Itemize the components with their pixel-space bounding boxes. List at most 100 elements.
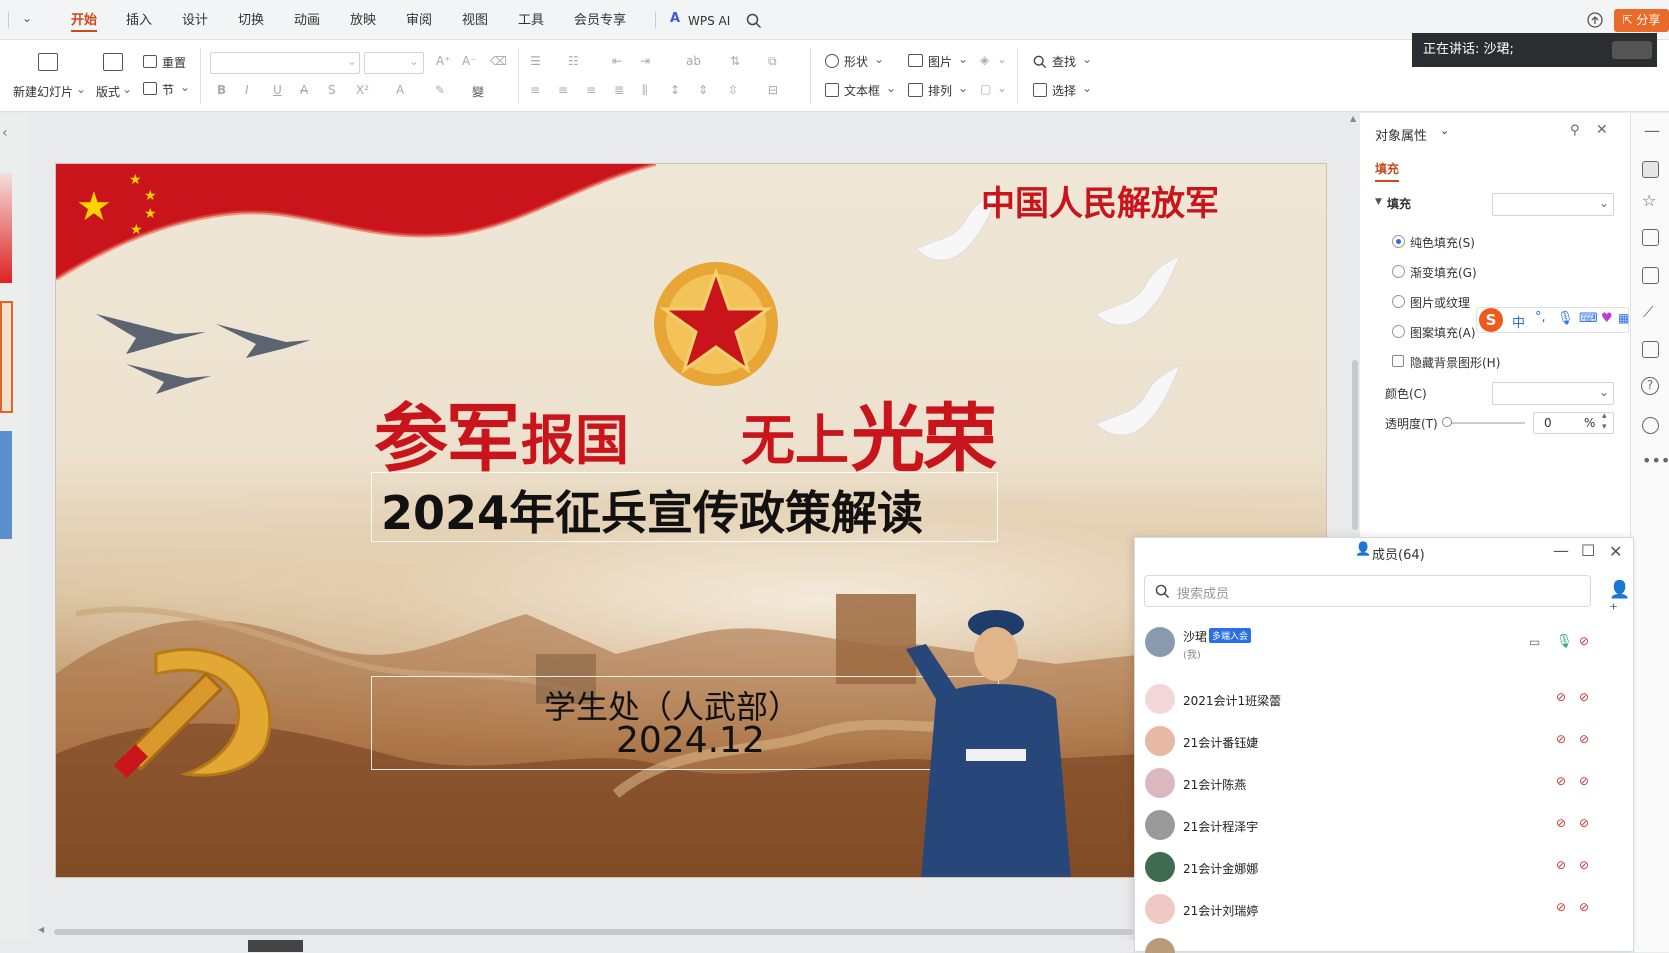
horizontal-scrollbar[interactable]: ◀ — [34, 925, 1134, 938]
slide-thumbnail[interactable] — [0, 173, 12, 283]
reset-button[interactable]: 重置 — [162, 54, 186, 71]
textbox-button[interactable]: 文本框 — [844, 82, 880, 99]
layers-icon[interactable] — [1642, 341, 1659, 358]
font-color-icon[interactable]: A — [396, 83, 404, 97]
ime-mic-icon[interactable]: 🎙 — [1557, 311, 1574, 326]
picture-icon[interactable] — [908, 54, 923, 67]
tab-membership[interactable]: 会员专享 — [574, 10, 626, 32]
ime-punct-icon[interactable]: °, — [1535, 310, 1546, 325]
member-row[interactable]: 21会计番钰婕 ⊘ ⊘ — [1135, 720, 1635, 764]
search-icon[interactable] — [746, 13, 762, 29]
layout-icon[interactable] — [103, 53, 123, 71]
tab-home[interactable]: 开始 — [71, 10, 98, 32]
bullets-icon[interactable]: ☰ — [530, 54, 541, 68]
underline-icon[interactable]: U — [273, 83, 282, 97]
sort-icon[interactable]: ⇅ — [730, 54, 740, 68]
section-icon[interactable] — [143, 82, 157, 95]
gradient-fill-label[interactable]: 渐变填充(G) — [1410, 264, 1477, 281]
bold-icon[interactable]: B — [217, 83, 226, 97]
solid-fill-radio[interactable] — [1392, 235, 1405, 248]
scroll-thumb[interactable] — [54, 929, 1134, 935]
camera-off-icon[interactable]: ⊘ — [1579, 816, 1589, 830]
collapse-left-icon[interactable]: ‹ — [2, 125, 8, 141]
solid-fill-label[interactable]: 纯色填充(S) — [1410, 234, 1475, 251]
tab-transition[interactable]: 切换 — [238, 10, 264, 32]
fill-type-select[interactable]: ⌄ — [1492, 193, 1614, 216]
slide-thumbnail[interactable] — [0, 431, 12, 539]
align-center-icon[interactable]: ≡ — [558, 83, 568, 97]
hide-bg-label[interactable]: 隐藏背景图形(H) — [1410, 354, 1500, 371]
tab-design[interactable]: 设计 — [182, 10, 208, 32]
help-icon[interactable]: ? — [1641, 377, 1659, 395]
shadow-icon[interactable]: S — [328, 83, 336, 97]
maximize-icon[interactable]: ☐ — [1581, 541, 1595, 560]
superscript-icon[interactable]: X² — [356, 83, 369, 97]
spinner-icon[interactable]: ▴ ▾ — [1602, 411, 1607, 433]
screen-share-icon[interactable]: ▭ — [1529, 635, 1540, 649]
fill-icon[interactable]: ◈ — [980, 53, 989, 67]
pin-icon[interactable]: ⚲ — [1570, 123, 1580, 138]
mic-off-icon[interactable]: ⊘ — [1556, 816, 1566, 830]
reset-icon[interactable] — [143, 55, 157, 68]
add-member-icon[interactable]: 👤⁺ — [1609, 580, 1633, 620]
camera-off-icon[interactable]: ⊘ — [1579, 690, 1589, 704]
clear-format-icon[interactable]: ⌫ — [490, 54, 507, 68]
ime-keyboard-icon[interactable]: ⌨ — [1579, 311, 1598, 326]
minimize-panel-icon[interactable]: — — [1644, 121, 1660, 140]
columns-icon[interactable]: ⇳ — [728, 83, 738, 97]
mic-off-icon[interactable]: ⊘ — [1556, 900, 1566, 914]
pattern-fill-radio[interactable] — [1392, 325, 1405, 338]
textbox-icon[interactable] — [825, 83, 839, 97]
transparency-slider[interactable] — [1445, 422, 1525, 424]
picture-fill-radio[interactable] — [1392, 295, 1405, 308]
find-icon[interactable] — [1033, 55, 1047, 69]
tab-fill[interactable]: 填充 — [1375, 160, 1400, 182]
magic-wand-icon[interactable]: ⟋ — [1643, 303, 1654, 321]
increase-font-icon[interactable]: A⁺ — [436, 54, 451, 68]
star-icon[interactable]: ☆ — [1642, 191, 1656, 210]
transparency-slider-handle[interactable] — [1442, 417, 1452, 427]
text-direction-icon[interactable]: ab — [686, 54, 701, 68]
scroll-up-icon[interactable]: ▲ — [1350, 114, 1356, 123]
camera-off-icon[interactable]: ⊘ — [1579, 774, 1589, 788]
camera-off-icon[interactable]: ⊘ — [1579, 634, 1589, 648]
decrease-font-icon[interactable]: A⁻ — [462, 54, 477, 68]
shape-icon[interactable] — [825, 54, 839, 68]
chevron-down-icon[interactable]: ⌄ — [1440, 124, 1449, 137]
member-search-input[interactable]: 搜索成员 — [1177, 583, 1229, 602]
member-search-box[interactable]: 搜索成员 — [1144, 575, 1591, 607]
section-toggle-icon[interactable]: ▼ — [1375, 197, 1382, 207]
new-slide-icon[interactable] — [38, 53, 58, 71]
member-row[interactable]: 21会计程泽宇 ⊘ ⊘ — [1135, 804, 1635, 848]
tab-slideshow[interactable]: 放映 — [350, 10, 376, 32]
convert-icon[interactable]: ⧉ — [768, 54, 777, 69]
camera-off-icon[interactable]: ⊘ — [1579, 732, 1589, 746]
distribute-icon[interactable]: ⫼ — [642, 83, 648, 98]
more-icon[interactable]: ••• — [1642, 451, 1669, 470]
line-spacing-icon[interactable]: ↕ — [670, 83, 680, 97]
color-select[interactable]: ⌄ — [1492, 382, 1614, 405]
mic-off-icon[interactable]: ⊘ — [1556, 774, 1566, 788]
close-icon[interactable]: ✕ — [1596, 122, 1608, 138]
shape-button[interactable]: 形状 — [844, 53, 868, 70]
select-icon[interactable] — [1033, 83, 1047, 97]
arrange-icon[interactable] — [908, 83, 923, 97]
member-row[interactable]: 沙珺 多端入会 (我) ▭ 🎙 ⊘ — [1135, 621, 1635, 671]
justify-icon[interactable]: ≣ — [614, 83, 624, 97]
decrease-indent-icon[interactable]: ⇤ — [612, 54, 622, 68]
scroll-left-icon[interactable]: ◀ — [38, 925, 44, 934]
font-size-select[interactable]: ⌄ — [364, 52, 424, 74]
layout-button[interactable]: 版式 — [96, 83, 120, 100]
section-button[interactable]: 节 — [162, 81, 174, 98]
settings-icon[interactable] — [1642, 417, 1659, 434]
increase-indent-icon[interactable]: ⇥ — [640, 54, 650, 68]
font-family-select[interactable]: ⌄ — [210, 52, 360, 74]
phonetic-icon[interactable]: 變 — [472, 83, 484, 100]
tab-review[interactable]: 审阅 — [406, 10, 432, 32]
paragraph-spacing-icon[interactable]: ⇕ — [698, 83, 708, 97]
align-right-icon[interactable]: ≡ — [586, 83, 596, 97]
properties-icon[interactable] — [1642, 161, 1659, 178]
pattern-fill-label[interactable]: 图案填充(A) — [1410, 324, 1476, 341]
ime-skin-icon[interactable]: ♥ — [1601, 311, 1613, 326]
dropdown-icon[interactable]: ⌄ — [22, 11, 32, 25]
